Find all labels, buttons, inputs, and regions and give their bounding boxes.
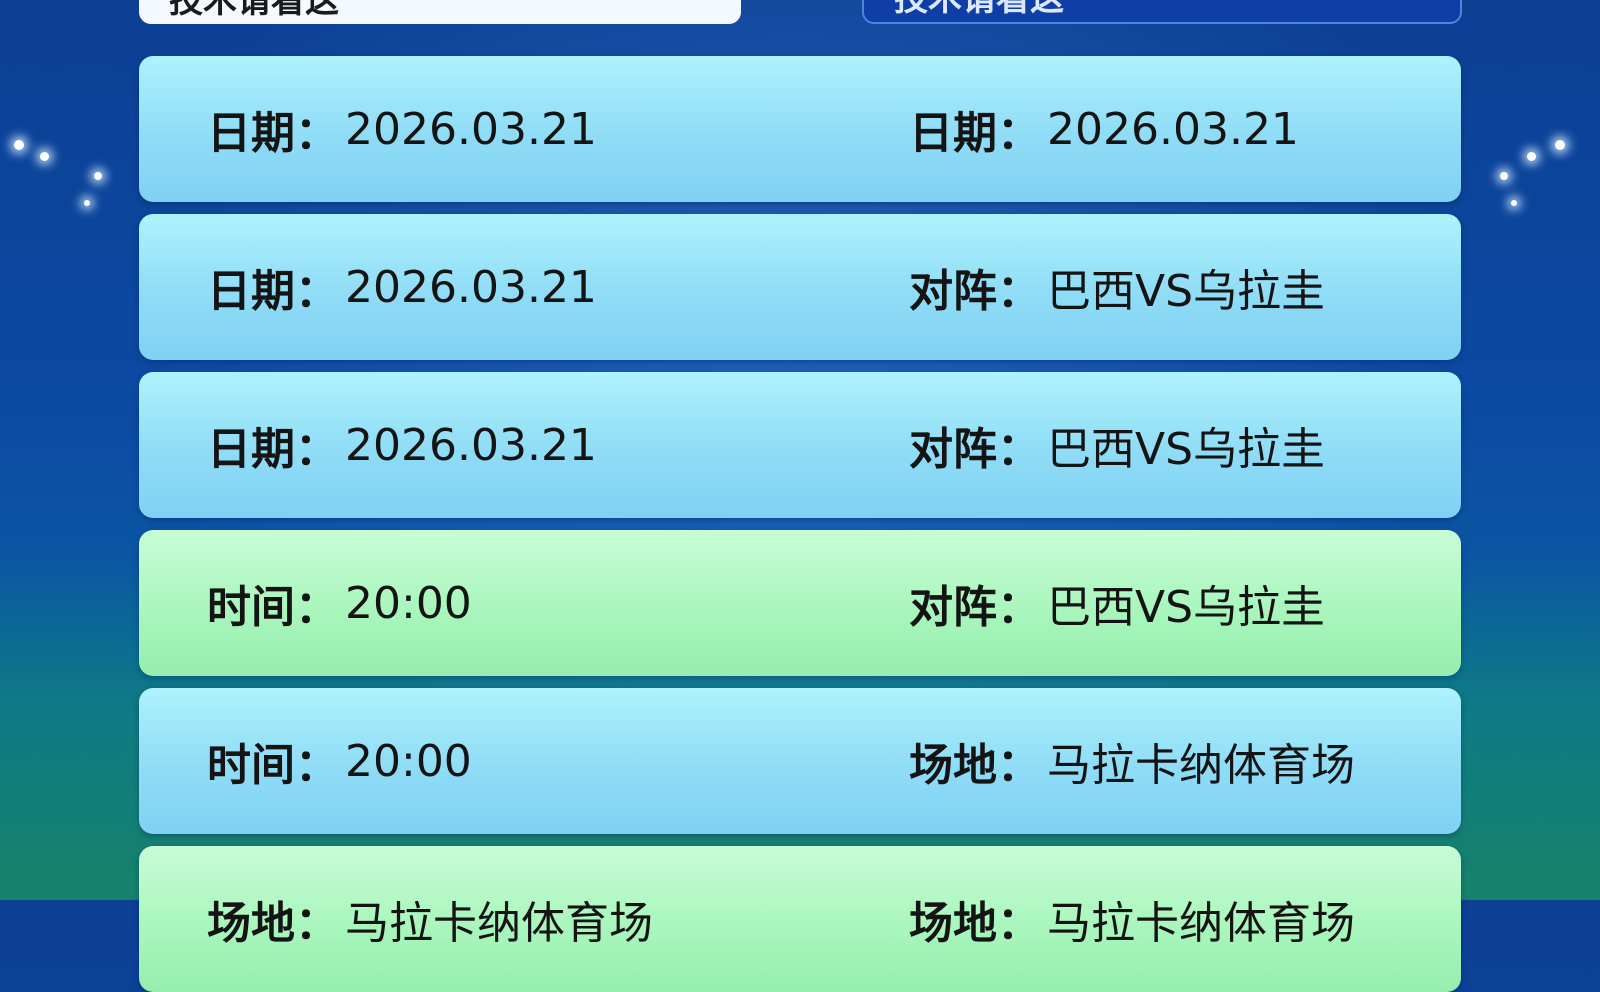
info-row-1: 日期： 2026.03.21 日期： 2026.03.21 <box>139 56 1461 202</box>
row-4-left-label: 时间： <box>207 582 339 633</box>
screen: { "top_bars": [ { "text": "技术请看这" }, { "… <box>0 0 1600 992</box>
info-row-4: 时间： 20:00 对阵： 巴西VS乌拉圭 <box>139 530 1461 676</box>
stadium-light <box>1511 200 1517 206</box>
row-5-right: 场地： 马拉卡纳体育场 <box>909 688 1355 834</box>
row-3-right-label: 对阵： <box>909 424 1041 475</box>
stadium-light <box>84 200 90 206</box>
row-5-right-value: 马拉卡纳体育场 <box>1047 740 1355 791</box>
row-2-right: 对阵： 巴西VS乌拉圭 <box>909 214 1325 360</box>
row-3-left-value: 2026.03.21 <box>345 419 597 471</box>
stadium-light <box>94 172 102 180</box>
row-3-left: 日期： 2026.03.21 <box>207 372 597 518</box>
row-4-right: 对阵： 巴西VS乌拉圭 <box>909 530 1325 676</box>
stadium-light <box>14 140 24 150</box>
row-4-left: 时间： 20:00 <box>207 530 472 676</box>
row-3-right-value: 巴西VS乌拉圭 <box>1047 424 1326 475</box>
top-bar-right-text: 技术请看这 <box>894 0 1064 16</box>
info-row-5: 时间： 20:00 场地： 马拉卡纳体育场 <box>139 688 1461 834</box>
top-bar-left: 技术请看这 <box>139 0 741 24</box>
row-2-right-value: 巴西VS乌拉圭 <box>1047 266 1326 317</box>
row-1-left: 日期： 2026.03.21 <box>207 56 597 202</box>
stadium-light <box>1527 152 1536 161</box>
row-2-left-label: 日期： <box>207 266 339 317</box>
row-4-right-value: 巴西VS乌拉圭 <box>1047 582 1326 633</box>
row-1-right-label: 日期： <box>909 108 1041 159</box>
row-5-left: 时间： 20:00 <box>207 688 472 834</box>
row-5-right-label: 场地： <box>909 740 1041 791</box>
row-5-left-label: 时间： <box>207 740 339 791</box>
row-1-right-value: 2026.03.21 <box>1047 103 1299 155</box>
info-row-2: 日期： 2026.03.21 对阵： 巴西VS乌拉圭 <box>139 214 1461 360</box>
row-2-left: 日期： 2026.03.21 <box>207 214 597 360</box>
row-6-right-label: 场地： <box>909 898 1041 949</box>
info-row-6: 场地： 马拉卡纳体育场 场地： 马拉卡纳体育场 <box>139 846 1461 992</box>
row-6-left-value: 马拉卡纳体育场 <box>345 898 653 949</box>
row-5-left-value: 20:00 <box>345 735 472 787</box>
stadium-light <box>40 152 49 161</box>
info-row-3: 日期： 2026.03.21 对阵： 巴西VS乌拉圭 <box>139 372 1461 518</box>
row-6-right-value: 马拉卡纳体育场 <box>1047 898 1355 949</box>
row-6-left: 场地： 马拉卡纳体育场 <box>207 846 653 992</box>
row-6-right: 场地： 马拉卡纳体育场 <box>909 846 1355 992</box>
top-bar-right: 技术请看这 <box>862 0 1462 24</box>
row-3-right: 对阵： 巴西VS乌拉圭 <box>909 372 1325 518</box>
row-4-right-label: 对阵： <box>909 582 1041 633</box>
row-2-left-value: 2026.03.21 <box>345 261 597 313</box>
stadium-light <box>1500 172 1508 180</box>
row-1-left-label: 日期： <box>207 108 339 159</box>
row-6-left-label: 场地： <box>207 898 339 949</box>
row-1-left-value: 2026.03.21 <box>345 103 597 155</box>
row-4-left-value: 20:00 <box>345 577 472 629</box>
row-1-right: 日期： 2026.03.21 <box>909 56 1299 202</box>
top-bar-left-text: 技术请看这 <box>169 0 339 21</box>
stadium-light <box>1555 140 1565 150</box>
row-2-right-label: 对阵： <box>909 266 1041 317</box>
row-3-left-label: 日期： <box>207 424 339 475</box>
